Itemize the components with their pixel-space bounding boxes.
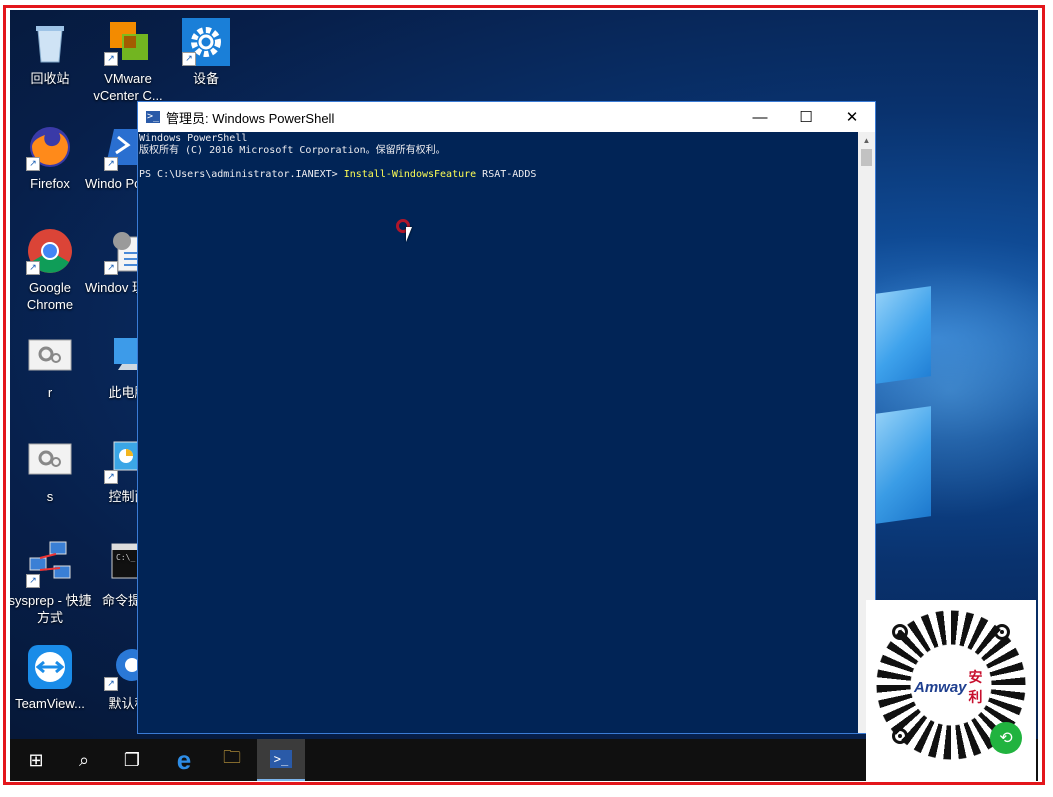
settings-file-icon [26,436,74,484]
window-titlebar[interactable]: >_ 管理员: Windows PowerShell — ☐ ✕ [138,102,875,132]
powershell-window[interactable]: >_ 管理员: Windows PowerShell — ☐ ✕ Windows… [137,101,876,734]
mouse-pointer-icon [406,227,412,242]
desktop-icon-settings[interactable]: ↗ 设备 [163,18,249,87]
shortcut-arrow-icon: ↗ [26,157,40,171]
internet-explorer-icon: e [176,744,192,775]
vmware-icon: ↗ [104,18,152,66]
powershell-icon: >_ [269,750,293,768]
scroll-up-icon[interactable]: ▲ [858,132,875,149]
shortcut-arrow-icon: ↗ [104,677,118,691]
search-button[interactable]: ⌕ [60,739,108,781]
shortcut-arrow-icon: ↗ [104,261,118,275]
shortcut-arrow-icon: ↗ [26,261,40,275]
desktop-icon-recycle-bin[interactable]: 回收站 [10,18,93,87]
taskbar-internet-explorer[interactable]: e [160,739,208,781]
desktop-icon-firefox[interactable]: ↗ Firefox [10,123,93,192]
teamviewer-icon [26,643,74,691]
shortcut-arrow-icon: ↗ [182,52,196,66]
recycle-bin-icon [26,18,74,66]
chrome-icon: ↗ [26,227,74,275]
firefox-icon: ↗ [26,123,74,171]
desktop-icon-s[interactable]: s [10,436,93,505]
desktop-icon-teamviewer[interactable]: TeamView... [10,643,93,712]
shortcut-arrow-icon: ↗ [26,574,40,588]
desktop-icon-chrome[interactable]: ↗ Google Chrome [10,227,93,313]
gear-icon: ↗ [182,18,230,66]
qr-finder-icon [892,728,908,744]
console-argument: RSAT-ADDS [476,169,537,180]
task-view-button[interactable]: ❐ [108,739,156,781]
console-output[interactable]: Windows PowerShell 版权所有 (C) 2016 Microsof… [138,132,858,733]
settings-file-icon [26,332,74,380]
desktop-icon-sysprep[interactable]: ↗ sysprep - 快捷方式 [10,540,93,626]
console-command: Install-WindowsFeature [343,169,477,180]
shortcut-arrow-icon: ↗ [104,157,118,171]
console-prompt-line: PS C:\Users\administrator.IANEXT> Instal… [139,169,858,181]
task-view-icon: ❐ [123,749,141,770]
qr-finder-icon [994,624,1010,640]
amway-logo: Amway 安利 [914,669,983,705]
network-icon: ↗ [26,540,74,588]
search-icon: ⌕ [78,749,90,770]
window-title: 管理员: Windows PowerShell [166,110,335,126]
console-line-header: Windows PowerShell [139,133,248,144]
wechat-mini-program-icon: ⟲ [990,722,1022,754]
windows-start-icon: ⊞ [28,749,44,770]
powershell-icon: >_ [146,111,160,123]
svg-text:C:\_: C:\_ [116,553,135,562]
desktop-icon-vmware[interactable]: ↗ VMware vCenter C... [85,18,171,104]
shortcut-arrow-icon: ↗ [104,470,118,484]
desktop-icon-r[interactable]: r [10,332,93,401]
close-button[interactable]: ✕ [829,102,875,132]
windows-logo-wallpaper [875,270,935,530]
scrollbar-thumb[interactable] [861,149,872,166]
console-prompt: PS C:\Users\administrator.IANEXT> [139,169,344,180]
qr-code-overlay: Amway 安利 ⟲ [866,600,1036,782]
start-button[interactable]: ⊞ [12,739,60,781]
maximize-button[interactable]: ☐ [783,102,829,132]
qr-finder-icon [892,624,908,640]
folder-icon: 🗀 [223,747,241,767]
taskbar-powershell[interactable]: >_ [257,739,305,781]
taskbar-file-explorer[interactable]: 🗀 [208,739,256,781]
console-line-copyright: 版权所有 (C) 2016 Microsoft Corporation。保留所有… [139,145,446,156]
minimize-button[interactable]: — [737,102,783,132]
shortcut-arrow-icon: ↗ [104,52,118,66]
